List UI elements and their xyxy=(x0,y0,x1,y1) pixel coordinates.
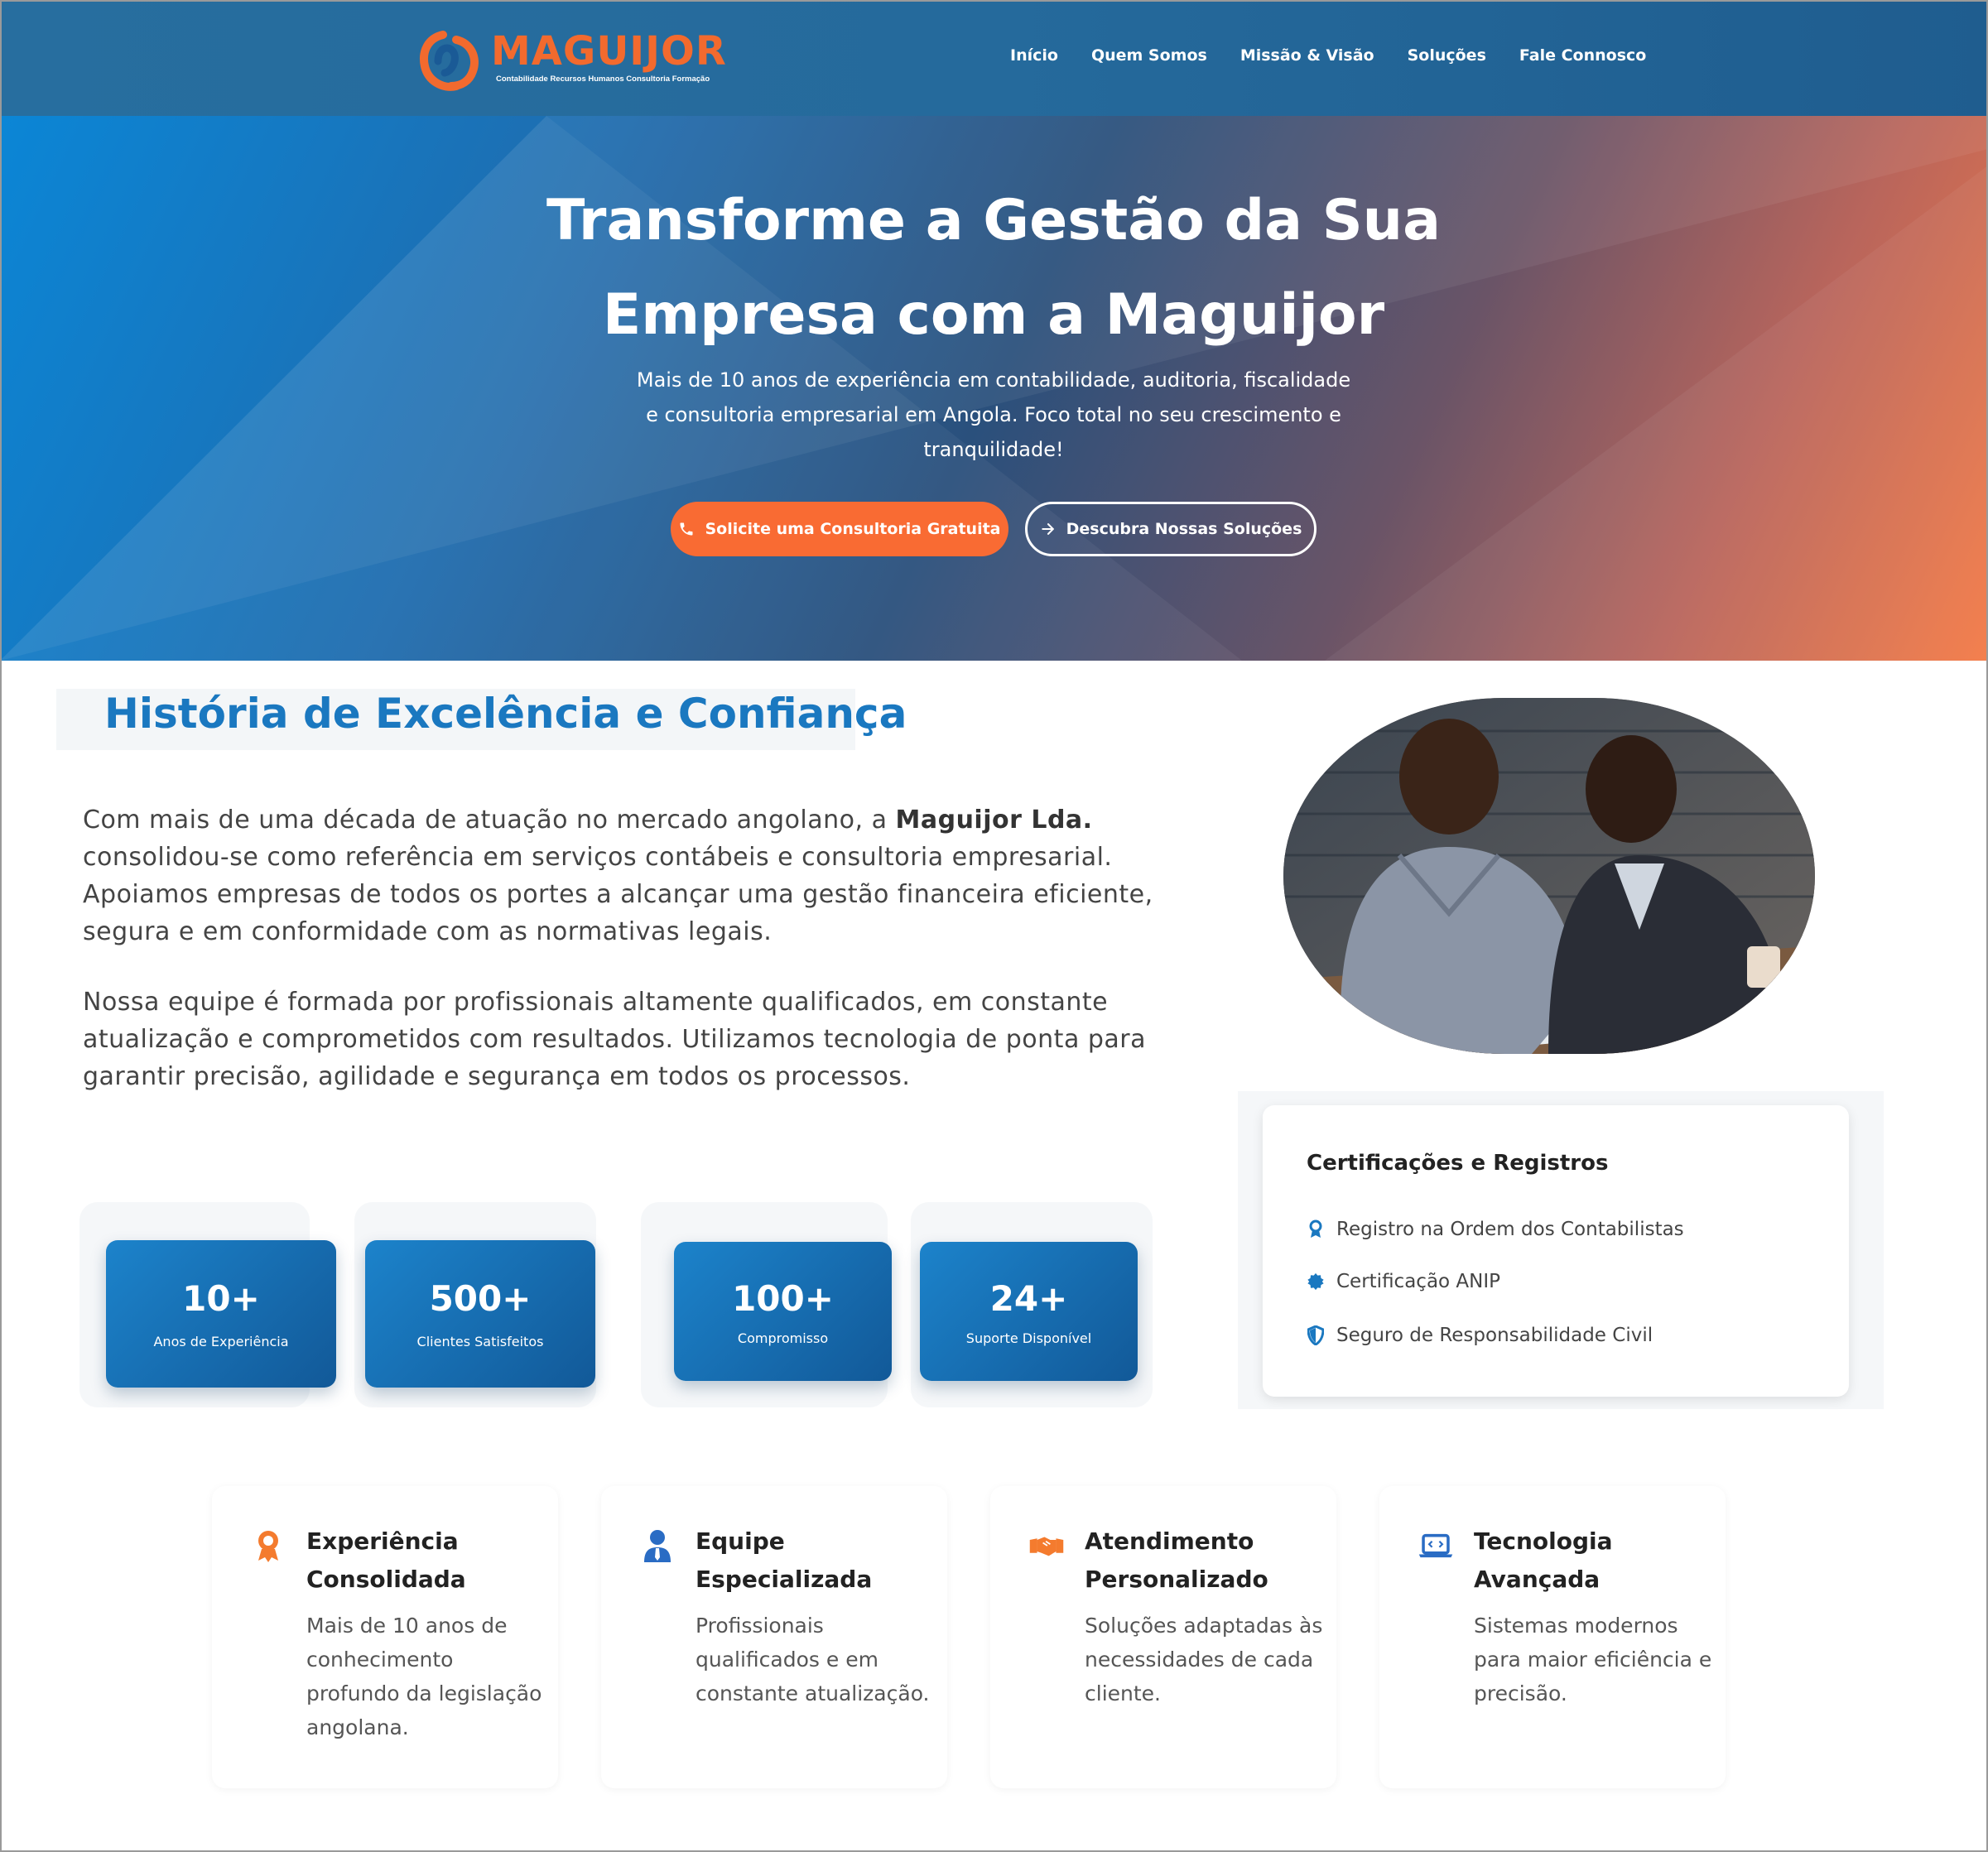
stat-value: 10+ xyxy=(182,1278,260,1319)
feature-desc: Sistemas modernos para maior eficiência … xyxy=(1474,1614,1712,1705)
stat-value: 500+ xyxy=(429,1278,532,1319)
main-nav: Início Quem Somos Missão & Visão Soluçõe… xyxy=(1010,46,1679,65)
stat-support: 24+ Suporte Disponível xyxy=(920,1242,1138,1381)
history-paragraph-2: Nossa equipe é formada por profissionais… xyxy=(83,988,1147,1091)
request-consultation-button[interactable]: Solicite uma Consultoria Gratuita xyxy=(671,502,1008,556)
hero-title: Transforme a Gestão da Sua Empresa com a… xyxy=(497,174,1490,363)
stat-commitment: 100+ Compromisso xyxy=(674,1242,892,1381)
history-p1-start: Com mais de uma década de atuação no mer… xyxy=(83,806,896,835)
stat-label: Compromisso xyxy=(737,1330,829,1346)
hero-section: Transforme a Gestão da Sua Empresa com a… xyxy=(0,116,1988,661)
history-paragraph-1: Com mais de uma década de atuação no mer… xyxy=(83,801,1159,950)
phone-icon xyxy=(680,522,693,536)
certificate-badge-icon xyxy=(1307,1271,1325,1292)
certifications-card xyxy=(1263,1105,1849,1397)
nav-inicio[interactable]: Início xyxy=(1010,46,1058,65)
cert-item: Registro na Ordem dos Contabilistas xyxy=(1307,1219,1684,1240)
feature-card: Atendimento Personalizado Soluções adapt… xyxy=(990,1486,1336,1788)
feature-desc: Profissionais qualificados e em constant… xyxy=(696,1614,930,1705)
discover-solutions-button[interactable]: Descubra Nossas Soluções xyxy=(1025,502,1317,556)
stat-label: Suporte Disponível xyxy=(965,1330,1092,1346)
stat-value: 100+ xyxy=(732,1278,834,1319)
company-name-bold: Maguijor Lda. xyxy=(895,806,1093,835)
nav-quem-somos[interactable]: Quem Somos xyxy=(1091,46,1207,65)
feature-title: Experiência Consolidada xyxy=(306,1527,466,1593)
stat-label: Clientes Satisfeitos xyxy=(416,1334,544,1349)
feature-card: Equipe Especializada Profissionais quali… xyxy=(601,1486,947,1788)
hero-title-line2: Empresa com a Maguijor xyxy=(602,282,1385,348)
logo-tagline: Contabilidade Recursos Humanos Consultor… xyxy=(496,75,710,84)
discover-solutions-label: Descubra Nossas Soluções xyxy=(1066,520,1302,538)
arrow-right-icon xyxy=(1041,523,1054,535)
cert-item: Certificação ANIP xyxy=(1307,1271,1500,1292)
feature-title: Equipe Especializada xyxy=(696,1527,873,1593)
stat-clients: 500+ Clientes Satisfeitos xyxy=(365,1240,595,1388)
cert-item-label: Registro na Ordem dos Contabilistas xyxy=(1336,1219,1684,1240)
hero-title-line1: Transforme a Gestão da Sua xyxy=(546,188,1441,253)
feature-card: Tecnologia Avançada Sistemas modernos pa… xyxy=(1379,1486,1726,1788)
logo-icon xyxy=(418,28,481,94)
history-p1-end: consolidou-se como referência em serviço… xyxy=(83,843,1153,946)
feature-desc: Soluções adaptadas às necessidades de ca… xyxy=(1085,1614,1323,1705)
laptop-code-icon xyxy=(1418,1533,1453,1558)
certifications-title: Certificações e Registros xyxy=(1307,1151,1609,1176)
logo-name: MAGUIJOR xyxy=(491,28,727,75)
feature-desc: Mais de 10 anos de conhecimento profundo… xyxy=(306,1614,542,1739)
history-title: História de Excelência e Confiança xyxy=(104,690,907,738)
logo[interactable]: MAGUIJOR Contabilidade Recursos Humanos … xyxy=(418,28,727,94)
handshake-icon xyxy=(1029,1537,1064,1556)
user-tie-icon xyxy=(644,1530,671,1562)
site-header: MAGUIJOR Contabilidade Recursos Humanos … xyxy=(0,0,1988,116)
nav-missao-visao[interactable]: Missão & Visão xyxy=(1240,46,1374,65)
request-consultation-label: Solicite uma Consultoria Gratuita xyxy=(705,520,1001,538)
hero-subtitle: Mais de 10 anos de experiência em contab… xyxy=(636,368,1351,461)
nav-fale-connosco[interactable]: Fale Connosco xyxy=(1519,46,1646,65)
cert-item: Seguro de Responsabilidade Civil xyxy=(1307,1325,1653,1346)
stat-years: 10+ Anos de Experiência xyxy=(106,1240,336,1388)
feature-card: Experiência Consolidada Mais de 10 anos … xyxy=(212,1486,558,1788)
cert-item-label: Seguro de Responsabilidade Civil xyxy=(1336,1325,1653,1346)
award-icon xyxy=(1307,1219,1325,1240)
shield-icon xyxy=(1307,1325,1325,1346)
cert-item-label: Certificação ANIP xyxy=(1336,1271,1501,1292)
nav-solucoes[interactable]: Soluções xyxy=(1408,46,1486,65)
feature-title: Tecnologia Avançada xyxy=(1474,1527,1613,1593)
team-meeting-photo xyxy=(1283,698,1815,1054)
stat-value: 24+ xyxy=(989,1278,1068,1319)
award-icon xyxy=(258,1531,278,1562)
stat-label: Anos de Experiência xyxy=(153,1334,289,1349)
feature-title: Atendimento Personalizado xyxy=(1085,1527,1268,1593)
